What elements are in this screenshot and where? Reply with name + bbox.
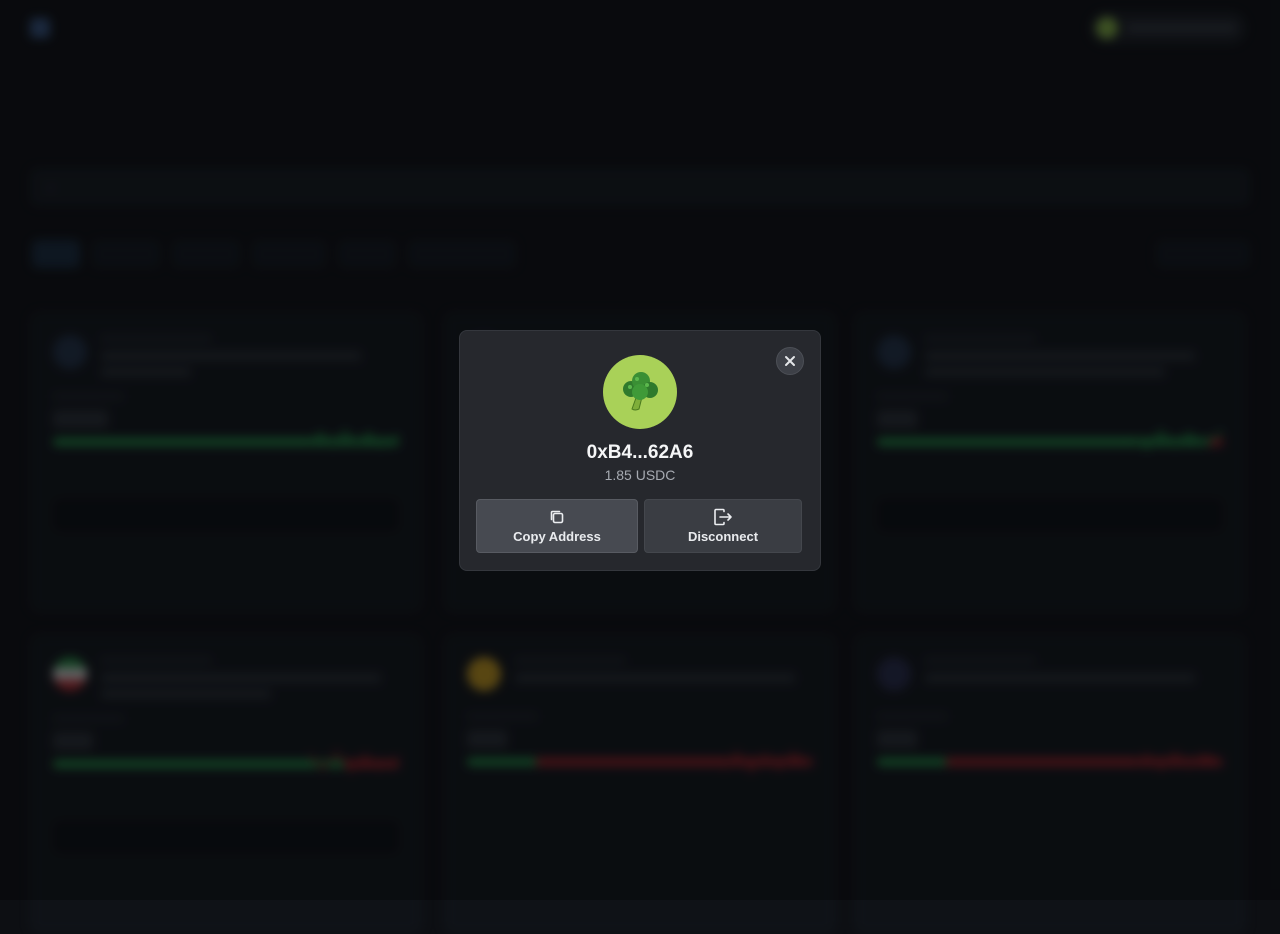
copy-icon <box>550 510 564 524</box>
close-button[interactable] <box>776 347 804 375</box>
close-icon <box>785 356 795 366</box>
wallet-modal: 0xB4...62A6 1.85 USDC Copy Address Disco… <box>459 330 821 571</box>
logout-icon <box>714 508 732 526</box>
broccoli-icon <box>623 372 658 411</box>
disconnect-label: Disconnect <box>687 529 759 544</box>
copy-address-button[interactable]: Copy Address <box>476 499 638 553</box>
copy-address-label: Copy Address <box>513 529 601 544</box>
disconnect-button[interactable]: Disconnect <box>644 499 802 553</box>
wallet-balance: 1.85 USDC <box>604 467 676 483</box>
wallet-avatar <box>603 355 677 429</box>
wallet-address: 0xB4...62A6 <box>586 442 694 463</box>
